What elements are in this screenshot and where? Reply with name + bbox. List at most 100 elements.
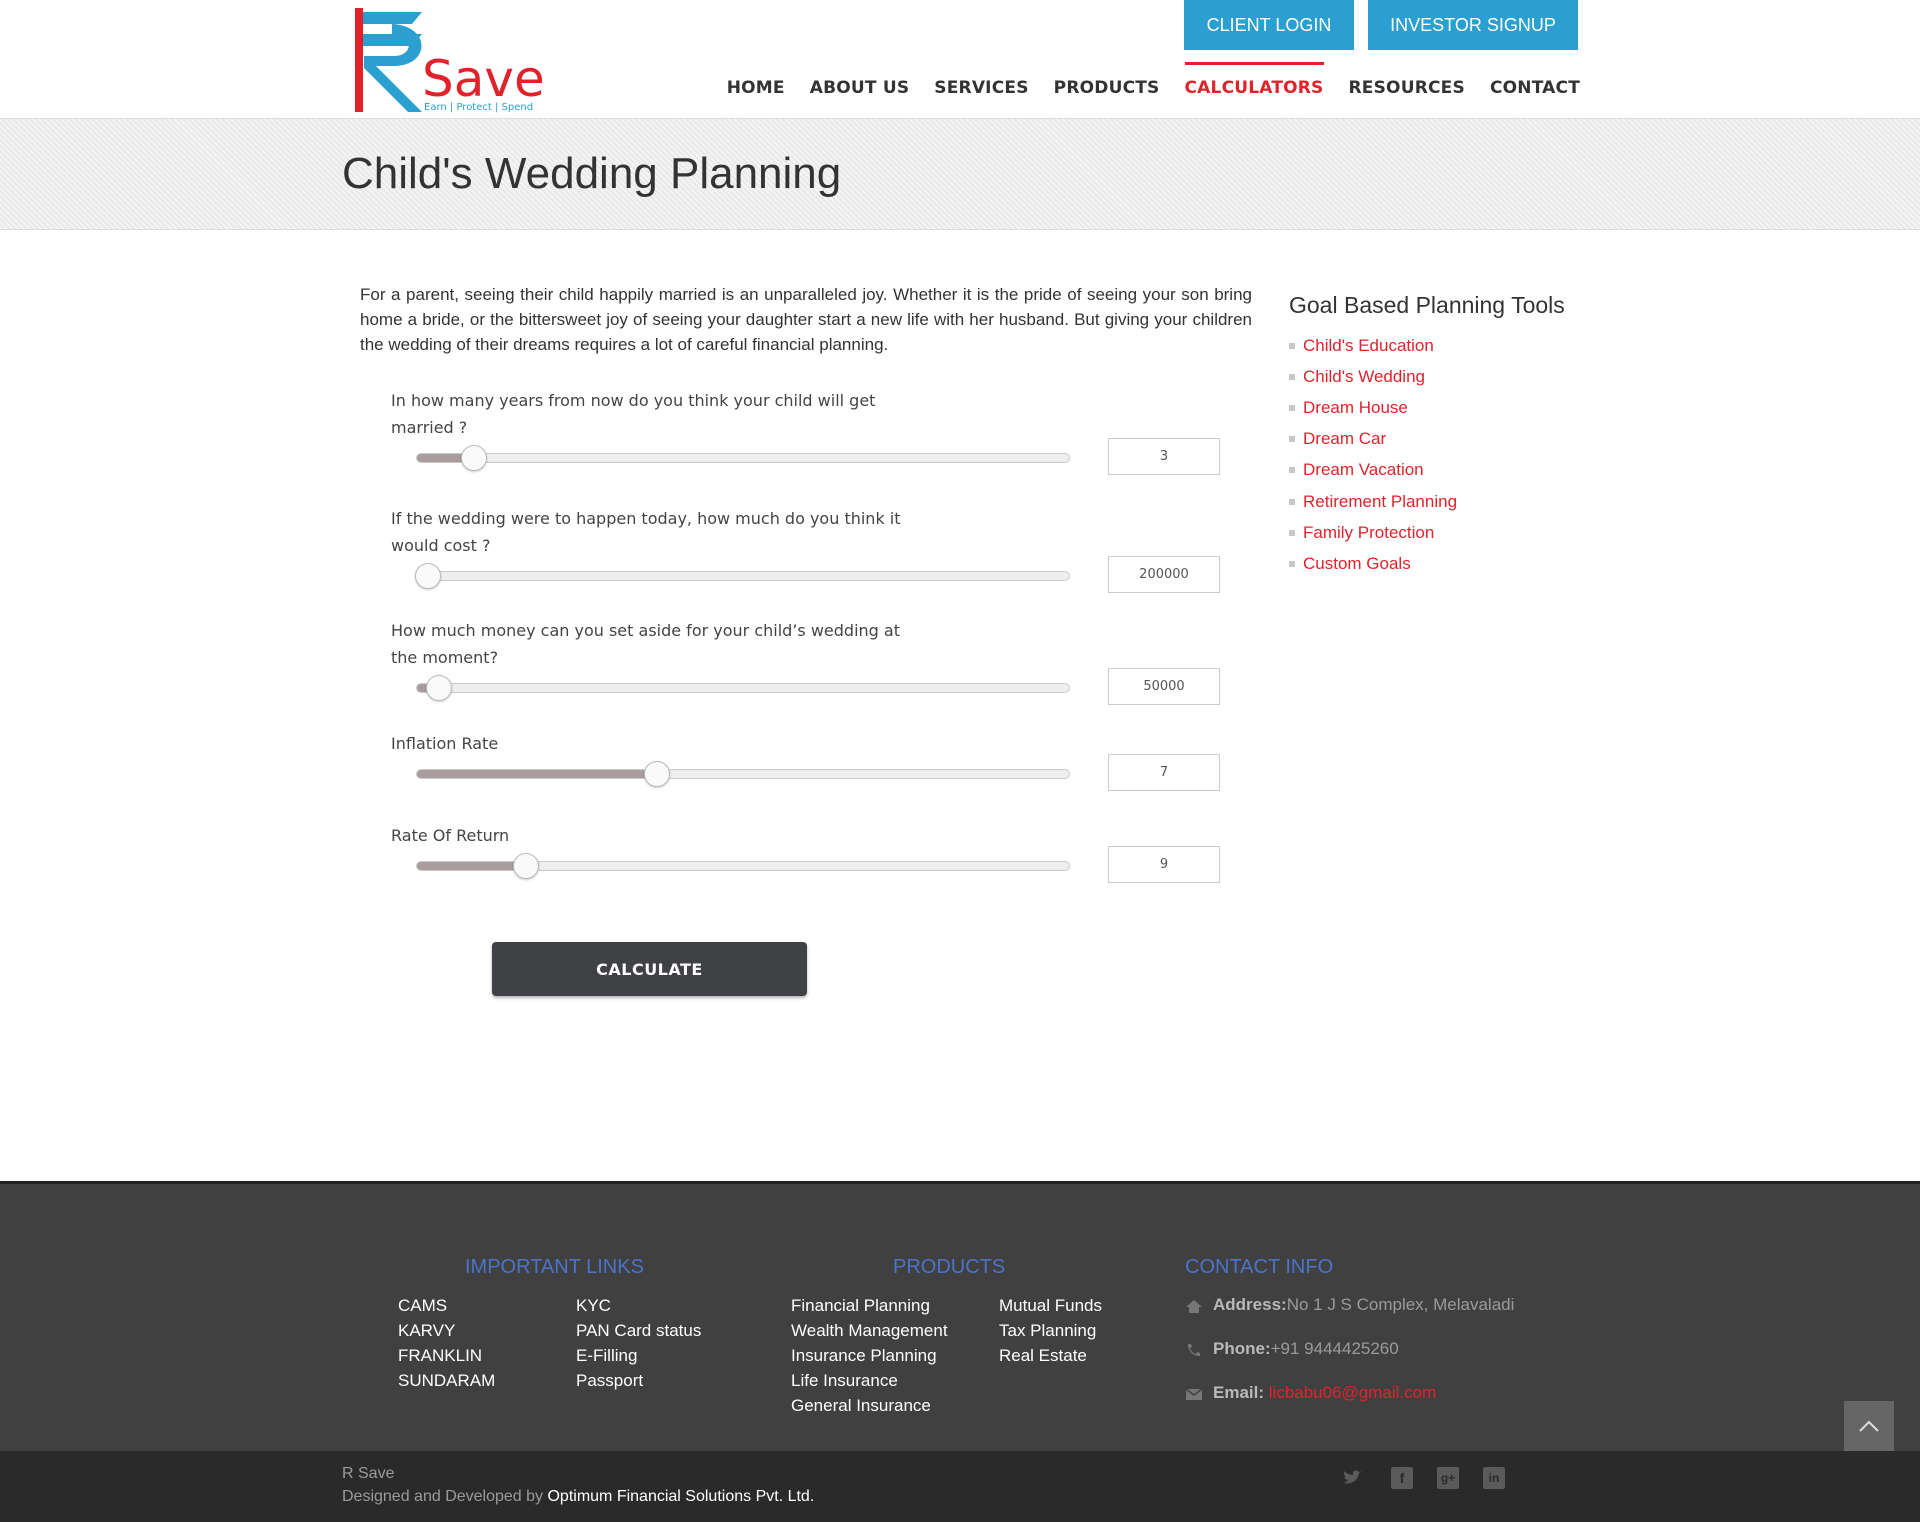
years-slider[interactable]: [416, 445, 1070, 471]
sidebar-item-label: Child's Wedding: [1303, 366, 1425, 386]
credits-prefix: Designed and Developed by: [342, 1488, 548, 1505]
footer-link-mutual-funds[interactable]: Mutual Funds: [999, 1293, 1102, 1318]
sidebar-item-childs-education[interactable]: Child's Education: [1289, 330, 1457, 361]
nav-about-us[interactable]: ABOUT US: [810, 78, 910, 98]
slider-thumb[interactable]: [426, 675, 453, 701]
contact-email: Email: licbabu06@gmail.com: [1185, 1383, 1436, 1403]
bullet-icon: [1289, 529, 1295, 536]
sidebar-item-dream-vacation[interactable]: Dream Vacation: [1289, 455, 1457, 486]
footer-link-pan-card-status[interactable]: PAN Card status: [576, 1318, 701, 1343]
bullet-icon: [1289, 498, 1295, 505]
products-title: PRODUCTS: [893, 1256, 1006, 1278]
savings-value-field[interactable]: 50000: [1108, 668, 1220, 705]
address-value: No 1 J S Complex, Melavaladi: [1286, 1295, 1515, 1314]
question-cost-label: If the wedding were to happen today, how…: [391, 509, 901, 555]
cost-value-field[interactable]: 200000: [1108, 556, 1220, 593]
sidebar-item-retirement-planning[interactable]: Retirement Planning: [1289, 486, 1457, 517]
footer-link-karvy[interactable]: KARVY: [398, 1318, 495, 1343]
phone-icon: [1185, 1342, 1203, 1356]
footer-link-general-insurance[interactable]: General Insurance: [791, 1393, 948, 1418]
question-inflation-label: Inflation Rate: [391, 734, 499, 753]
nav-home[interactable]: HOME: [727, 78, 785, 98]
logo-text: Save: [422, 50, 545, 108]
credits-company-link[interactable]: Optimum Financial Solutions Pvt. Ltd.: [547, 1488, 814, 1505]
sidebar-item-dream-car[interactable]: Dream Car: [1289, 424, 1457, 455]
home-icon: [1185, 1298, 1203, 1313]
intro-text: For a parent, seeing their child happily…: [360, 285, 1252, 354]
sidebar-item-childs-wedding[interactable]: Child's Wedding: [1289, 361, 1457, 392]
site-header: Save Earn | Protect | Spend CLIENT LOGIN…: [0, 0, 1920, 119]
slider-fill: [417, 862, 526, 870]
products-col2: Mutual Funds Tax Planning Real Estate: [999, 1293, 1102, 1368]
nav-services[interactable]: SERVICES: [934, 78, 1028, 98]
footer-link-insurance-planning[interactable]: Insurance Planning: [791, 1343, 948, 1368]
slider-thumb[interactable]: [460, 445, 487, 471]
footer-link-cams[interactable]: CAMS: [398, 1293, 495, 1318]
envelope-icon: [1185, 1386, 1203, 1400]
footer-link-life-insurance[interactable]: Life Insurance: [791, 1368, 948, 1393]
twitter-icon[interactable]: [1342, 1467, 1364, 1489]
sidebar-item-dream-house[interactable]: Dream House: [1289, 392, 1457, 423]
question-savings-label: How much money can you set aside for you…: [391, 621, 900, 667]
logo-tagline: Earn | Protect | Spend: [424, 102, 533, 113]
savings-slider[interactable]: [416, 675, 1070, 701]
sidebar-item-label: Family Protection: [1303, 522, 1435, 542]
sidebar-item-label: Child's Education: [1303, 335, 1434, 355]
cost-slider[interactable]: [415, 563, 1070, 589]
footer-link-franklin[interactable]: FRANKLIN: [398, 1343, 495, 1368]
nav-products[interactable]: PRODUCTS: [1054, 78, 1160, 98]
facebook-icon[interactable]: f: [1391, 1467, 1413, 1489]
site-name: R Save: [342, 1465, 395, 1482]
bullet-icon: [1289, 373, 1295, 380]
nav-resources[interactable]: RESOURCES: [1349, 78, 1465, 98]
footer-link-tax-planning[interactable]: Tax Planning: [999, 1318, 1102, 1343]
main-nav: HOME ABOUT US SERVICES PRODUCTS CALCULAT…: [702, 62, 1580, 98]
important-links-col1: CAMS KARVY FRANKLIN SUNDARAM: [398, 1293, 495, 1393]
years-value-field[interactable]: 3: [1108, 438, 1220, 475]
nav-contact[interactable]: CONTACT: [1490, 78, 1580, 98]
slider-thumb[interactable]: [512, 853, 539, 879]
footer-link-passport[interactable]: Passport: [576, 1368, 701, 1393]
page-title: Child's Wedding Planning: [342, 149, 842, 198]
inflation-slider[interactable]: [416, 761, 1070, 787]
sidebar-item-label: Dream Car: [1303, 429, 1387, 449]
bullet-icon: [1289, 560, 1295, 567]
slider-fill: [417, 770, 657, 778]
phone-label: Phone:: [1213, 1339, 1271, 1358]
slider-thumb[interactable]: [643, 761, 670, 787]
investor-signup-button[interactable]: INVESTOR SIGNUP: [1368, 0, 1578, 50]
google-plus-icon[interactable]: g+: [1437, 1467, 1459, 1489]
slider-thumb[interactable]: [415, 563, 442, 589]
sidebar-item-label: Dream Vacation: [1303, 460, 1424, 480]
contact-address: Address: No 1 J S Complex, Melavaladi: [1185, 1295, 1514, 1315]
sidebar-item-family-protection[interactable]: Family Protection: [1289, 517, 1457, 548]
sidebar-item-label: Custom Goals: [1303, 553, 1411, 573]
bullet-icon: [1289, 404, 1295, 411]
inflation-value-field[interactable]: 7: [1108, 754, 1220, 791]
contact-phone: Phone: +91 9444425260: [1185, 1339, 1399, 1359]
return-value-field[interactable]: 9: [1108, 846, 1220, 883]
bullet-icon: [1289, 436, 1295, 443]
footer-link-financial-planning[interactable]: Financial Planning: [791, 1293, 948, 1318]
nav-calculators[interactable]: CALCULATORS: [1184, 62, 1324, 98]
important-links-col2: KYC PAN Card status E-Filling Passport: [576, 1293, 701, 1393]
sidebar-list: Child's Education Child's Wedding Dream …: [1289, 330, 1457, 580]
calculate-button[interactable]: CALCULATE: [492, 942, 807, 996]
email-link[interactable]: licbabu06@gmail.com: [1269, 1383, 1437, 1403]
sidebar-item-custom-goals[interactable]: Custom Goals: [1289, 548, 1457, 579]
footer-link-wealth-management[interactable]: Wealth Management: [791, 1318, 948, 1343]
return-slider[interactable]: [416, 853, 1070, 879]
important-links-title: IMPORTANT LINKS: [465, 1256, 644, 1278]
footer-link-kyc[interactable]: KYC: [576, 1293, 701, 1318]
footer-link-sundaram[interactable]: SUNDARAM: [398, 1368, 495, 1393]
rsave-logo[interactable]: Save Earn | Protect | Spend: [352, 4, 592, 116]
address-label: Address:: [1213, 1295, 1287, 1314]
client-login-button[interactable]: CLIENT LOGIN: [1184, 0, 1354, 50]
footer-link-real-estate[interactable]: Real Estate: [999, 1343, 1102, 1368]
scroll-to-top-button[interactable]: [1844, 1401, 1894, 1451]
phone-value: +91 9444425260: [1270, 1339, 1399, 1358]
footer-link-e-filling[interactable]: E-Filling: [576, 1343, 701, 1368]
linkedin-icon[interactable]: in: [1483, 1467, 1505, 1489]
bullet-icon: [1289, 342, 1295, 349]
site-footer: [0, 1181, 1920, 1451]
